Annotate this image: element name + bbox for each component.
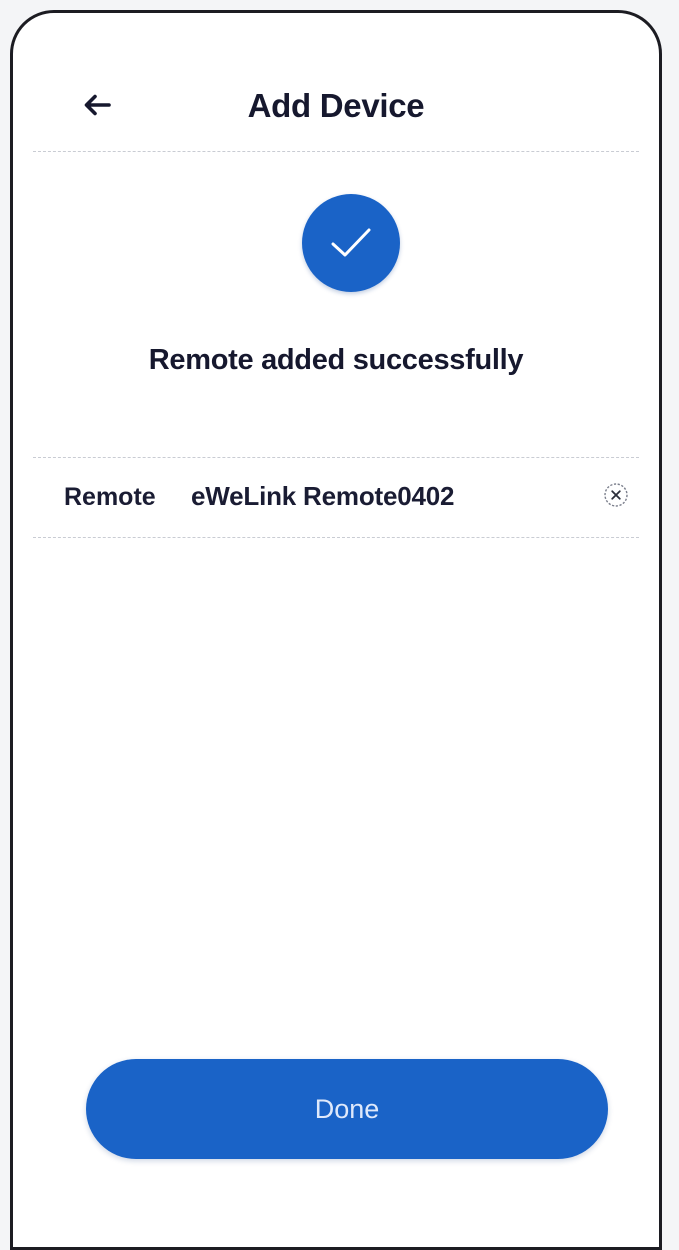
device-type-label: Remote — [64, 483, 156, 511]
success-message: Remote added successfully — [148, 344, 524, 376]
checkmark-icon — [331, 228, 371, 257]
check-circle-icon — [302, 194, 400, 292]
device-name-row: Remote eWeLink Remote0402 — [33, 457, 639, 537]
device-row-bottom-divider — [33, 537, 639, 538]
app-header: Add Device — [13, 13, 659, 151]
phone-screen: Add Device Remote added successfully Rem… — [10, 10, 662, 1250]
done-button[interactable]: Done — [86, 1059, 608, 1159]
device-name-field[interactable]: eWeLink Remote0402 — [191, 481, 454, 512]
clear-name-button[interactable] — [603, 482, 629, 508]
clear-x-icon — [604, 483, 628, 507]
header-divider — [33, 151, 639, 152]
page-title: Add Device — [247, 87, 425, 124]
